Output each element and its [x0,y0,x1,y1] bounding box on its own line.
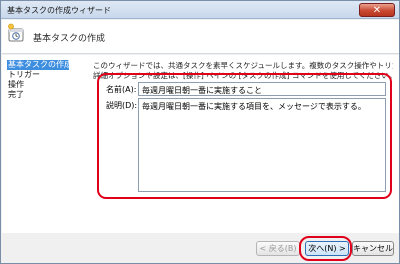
step-finish[interactable]: 完了 [7,90,87,100]
wizard-header: 基本タスクの作成 [2,20,399,54]
next-button[interactable]: 次へ(N) > [305,241,349,256]
back-button[interactable]: < 戻る(B) [256,241,300,256]
wizard-window: 基本タスクの作成ウィザード ✕ 基本タスクの作成 基本タスクの作成 トリガー 操… [0,0,400,264]
task-scheduler-icon [8,23,24,42]
description-label: 説明(D): [106,101,138,110]
title-bar: 基本タスクの作成ウィザード ✕ [1,1,399,19]
step-trigger[interactable]: トリガー [7,70,87,80]
description-line-1: このウィザードでは、共通タスクを素早くスケジュールします。複数のタスク操作やトリ… [93,61,393,70]
description-line-2: 詳細オプションや設定は、[操作] ペインの [タスクの作成] コマンドを使用して… [93,71,393,80]
step-list: 基本タスクの作成 トリガー 操作 完了 [7,60,87,100]
close-button[interactable]: ✕ [359,3,395,17]
description-input[interactable]: 毎週月曜日朝一番に実施する項目を、メッセージで表示する。 [138,98,386,192]
step-create-basic-task[interactable]: 基本タスクの作成 [7,60,72,70]
wizard-content: 基本タスクの作成 トリガー 操作 完了 このウィザードでは、共通タスクを素早くス… [2,55,399,233]
wizard-footer: < 戻る(B) 次へ(N) > キャンセル [2,233,399,263]
step-action[interactable]: 操作 [7,80,87,90]
cancel-button[interactable]: キャンセル [352,241,394,256]
page-title: 基本タスクの作成 [33,34,106,44]
close-icon: ✕ [372,5,382,16]
name-label: 名前(A): [106,85,137,94]
wizard-description: このウィザードでは、共通タスクを素早くスケジュールします。複数のタスク操作やトリ… [93,61,393,81]
window-title: 基本タスクの作成ウィザード [7,6,111,15]
name-input[interactable]: 毎週月曜日朝一番に実施すること [138,82,386,96]
